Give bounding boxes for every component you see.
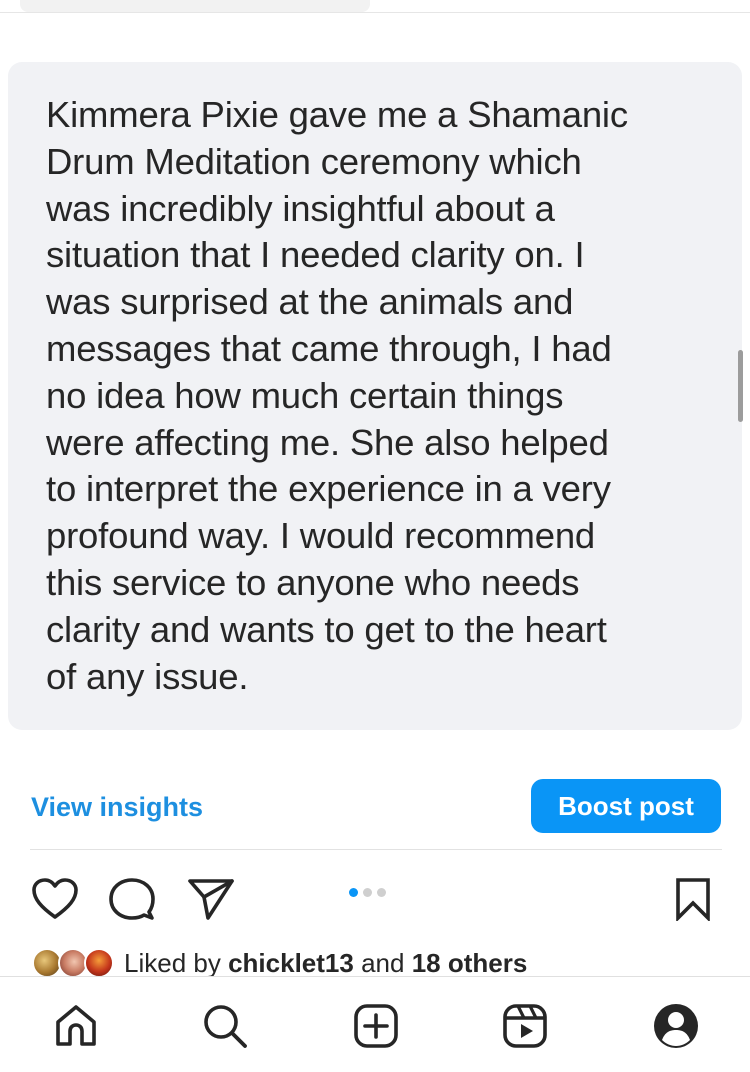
home-icon	[56, 1005, 96, 1046]
previous-content-pill	[20, 0, 370, 12]
avatar	[84, 948, 114, 978]
nav-home[interactable]	[51, 1001, 101, 1051]
likes-conjunction: and	[361, 948, 405, 978]
likes-summary[interactable]: Liked by chicklet13 and 18 others	[32, 948, 527, 978]
heart-icon	[32, 878, 78, 919]
share-button[interactable]	[186, 874, 236, 924]
send-icon	[188, 879, 234, 920]
save-button[interactable]	[668, 874, 718, 924]
nav-search[interactable]	[200, 1001, 250, 1051]
carousel-dot	[363, 888, 372, 897]
view-insights-link[interactable]: View insights	[31, 790, 203, 824]
carousel-dot-active	[349, 888, 358, 897]
divider	[30, 849, 722, 850]
liker-username[interactable]: chicklet13	[228, 948, 354, 978]
profile-icon	[654, 1004, 698, 1048]
carousel-dot	[377, 888, 386, 897]
carousel-indicator	[349, 888, 386, 900]
liker-avatars	[32, 948, 124, 978]
likes-text: Liked by chicklet13 and 18 others	[124, 948, 527, 978]
likes-prefix: Liked by	[124, 948, 221, 978]
comment-button[interactable]	[107, 874, 157, 924]
scrollbar-thumb[interactable]	[738, 350, 743, 422]
bookmark-icon	[676, 878, 710, 921]
nav-profile[interactable]	[651, 1001, 701, 1051]
boost-post-button[interactable]: Boost post	[531, 779, 721, 833]
reels-icon	[503, 1004, 547, 1048]
nav-create[interactable]	[351, 1001, 401, 1051]
create-post-icon	[354, 1004, 398, 1048]
bottom-navigation	[0, 976, 750, 1072]
comment-icon	[109, 878, 155, 920]
search-icon	[204, 1005, 247, 1048]
nav-reels[interactable]	[500, 1001, 550, 1051]
post-body-text: Kimmera Pixie gave me a Shamanic Drum Me…	[46, 94, 628, 697]
previous-content-edge	[0, 0, 750, 13]
likes-others-count[interactable]: 18 others	[412, 948, 528, 978]
like-button[interactable]	[30, 874, 80, 924]
